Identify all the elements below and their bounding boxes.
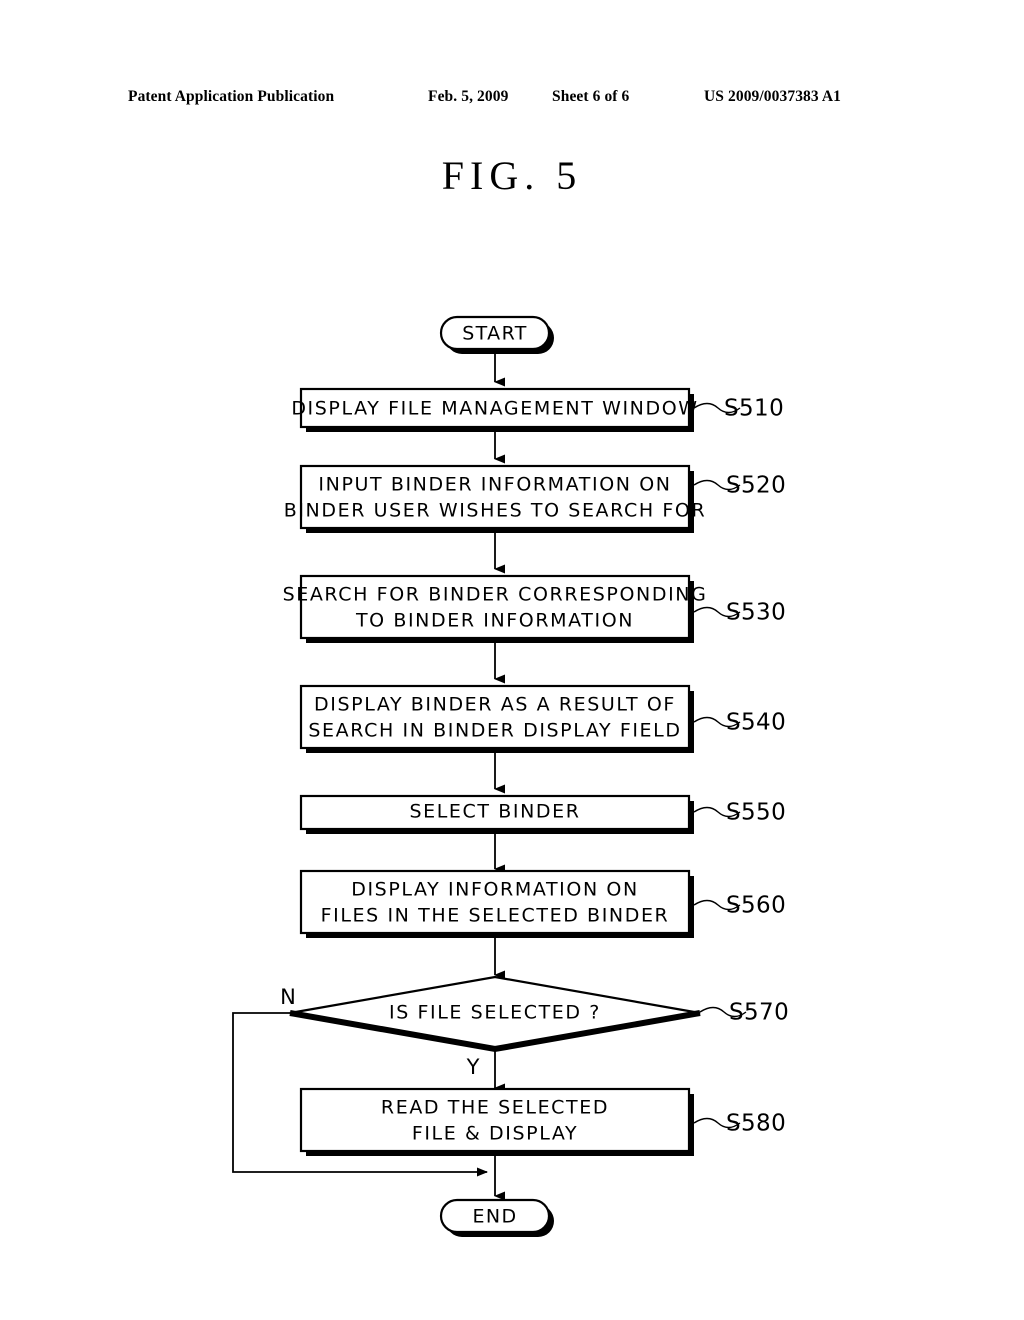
s580-text-line-2: FILE & DISPLAY [412, 1123, 578, 1145]
s560-ref-label: S560 [726, 893, 786, 919]
branch-label-no: N [280, 985, 296, 1009]
flow-node-s550: SELECT BINDER [299, 794, 694, 834]
flow-node-s580: READ THE SELECTED FILE & DISPLAY [299, 1087, 694, 1156]
branch-label-yes: Y [466, 1055, 480, 1079]
s550-ref-label: S550 [726, 800, 786, 826]
flow-node-s540: DISPLAY BINDER AS A RESULT OF SEARCH IN … [299, 684, 694, 753]
flowchart-diagram: START DISPLAY FILE MANAGEMENT WINDOW S51… [232, 315, 789, 1237]
s580-ref-label: S580 [726, 1111, 786, 1137]
s550-text-line-1: SELECT BINDER [409, 801, 580, 823]
s540-text-line-1: DISPLAY BINDER AS A RESULT OF [314, 694, 676, 716]
s510-text-line-1: DISPLAY FILE MANAGEMENT WINDOW [291, 398, 698, 420]
flow-node-end: END [439, 1198, 554, 1237]
s520-text-line-2: BINDER USER WISHES TO SEARCH FOR [284, 500, 707, 522]
flow-node-s560: DISPLAY INFORMATION ON FILES IN THE SELE… [299, 869, 694, 938]
s530-text-line-1: SEARCH FOR BINDER CORRESPONDING [283, 584, 708, 606]
s530-text-line-2: TO BINDER INFORMATION [355, 610, 634, 632]
s520-ref-label: S520 [726, 473, 786, 499]
s570-text-line-1: IS FILE SELECTED ? [389, 1002, 601, 1024]
end-label: END [472, 1206, 517, 1228]
s540-ref-label: S540 [726, 710, 786, 736]
flow-node-s570: IS FILE SELECTED ? [289, 975, 701, 1053]
s570-ref-label: S570 [729, 1000, 789, 1026]
s580-text-line-1: READ THE SELECTED [381, 1097, 609, 1119]
s520-text-line-1: INPUT BINDER INFORMATION ON [318, 474, 671, 496]
s510-ref-label: S510 [724, 396, 784, 422]
s540-text-line-2: SEARCH IN BINDER DISPLAY FIELD [308, 720, 681, 742]
flow-node-start: START [439, 315, 554, 354]
s560-text-line-1: DISPLAY INFORMATION ON [351, 879, 639, 901]
start-label: START [462, 323, 528, 345]
flow-node-s530: SEARCH FOR BINDER CORRESPONDING TO BINDE… [283, 574, 708, 643]
s530-ref-label: S530 [726, 600, 786, 626]
flow-node-s510: DISPLAY FILE MANAGEMENT WINDOW [291, 387, 698, 432]
flow-node-s520: INPUT BINDER INFORMATION ON BINDER USER … [284, 464, 707, 533]
s560-text-line-2: FILES IN THE SELECTED BINDER [321, 905, 670, 927]
